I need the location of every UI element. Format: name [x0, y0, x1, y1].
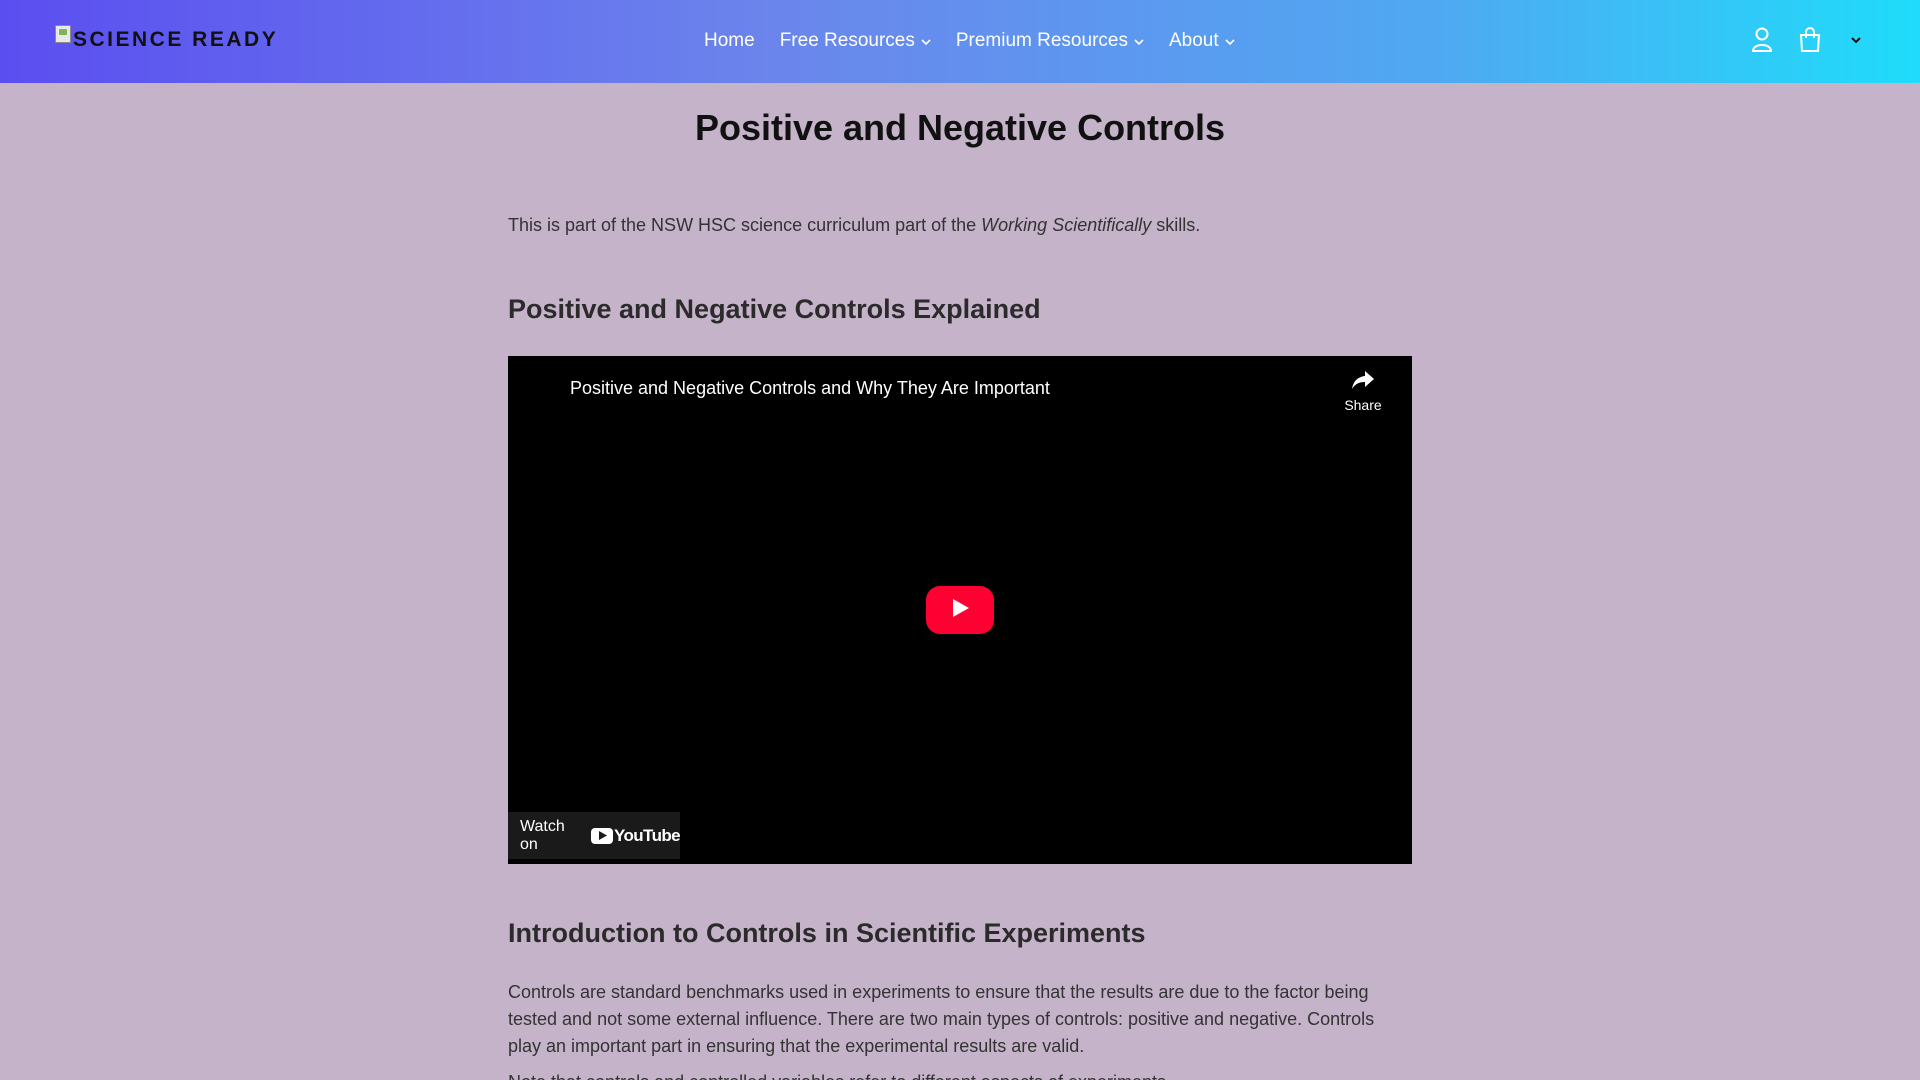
intro-after: skills. — [1151, 215, 1201, 235]
watch-on-youtube-button[interactable]: Watch on YouTube — [508, 812, 681, 859]
main-nav: Home Free Resources Premium Resources Ab… — [704, 30, 1260, 52]
nav-item-home[interactable]: Home — [704, 30, 755, 52]
intro-emphasis: Working Scientifically — [981, 215, 1152, 235]
chevron-down-icon — [921, 35, 931, 49]
broken-image-icon — [55, 25, 71, 43]
account-icon[interactable] — [1751, 26, 1773, 54]
chevron-down-icon — [1134, 35, 1144, 49]
intro-text: This is part of the NSW HSC science curr… — [508, 215, 1200, 236]
nav-label: Premium Resources — [955, 30, 1128, 51]
page-title: Positive and Negative Controls — [694, 107, 1226, 148]
chevron-down-icon — [1225, 35, 1235, 49]
cart-icon[interactable] — [1798, 26, 1822, 54]
play-icon — [949, 597, 971, 624]
nav-item-about[interactable]: About — [1169, 30, 1235, 52]
paragraph-controls: Controls are standard benchmarks used in… — [508, 982, 1375, 1056]
nav-label: About — [1168, 30, 1219, 51]
section-heading-explained: Positive and Negative Controls Explained — [508, 294, 1041, 324]
share-icon — [1351, 371, 1375, 394]
play-button[interactable] — [926, 586, 994, 634]
video-embed[interactable]: Positive and Negative Controls and Why T… — [508, 356, 1412, 864]
logo-text: SCIENCE READY — [73, 28, 279, 51]
nav-label: Home — [704, 30, 755, 51]
site-header: SCIENCE READY Home Free Resources Premiu… — [0, 0, 1920, 83]
youtube-logo: YouTube — [591, 825, 681, 846]
nav-item-free-resources[interactable]: Free Resources — [780, 30, 931, 52]
nav-item-premium-resources[interactable]: Premium Resources — [956, 30, 1144, 52]
paragraph-note: Note that controls and controlled variab… — [508, 1069, 1412, 1080]
share-button[interactable]: Share — [1341, 370, 1385, 413]
watch-on-label: Watch on — [520, 817, 565, 853]
intro-before: This is part of the NSW HSC science curr… — [508, 215, 982, 235]
site-logo[interactable]: SCIENCE READY — [55, 25, 279, 52]
header-icons — [1751, 26, 1862, 54]
section-heading-introduction: Introduction to Controls in Scientific E… — [508, 918, 1146, 948]
share-label: Share — [1344, 397, 1382, 413]
video-title[interactable]: Positive and Negative Controls and Why T… — [570, 378, 1050, 399]
youtube-play-icon — [591, 827, 613, 844]
chevron-down-icon[interactable] — [1850, 36, 1862, 44]
youtube-label: YouTube — [614, 825, 681, 845]
nav-label: Free Resources — [779, 30, 915, 51]
